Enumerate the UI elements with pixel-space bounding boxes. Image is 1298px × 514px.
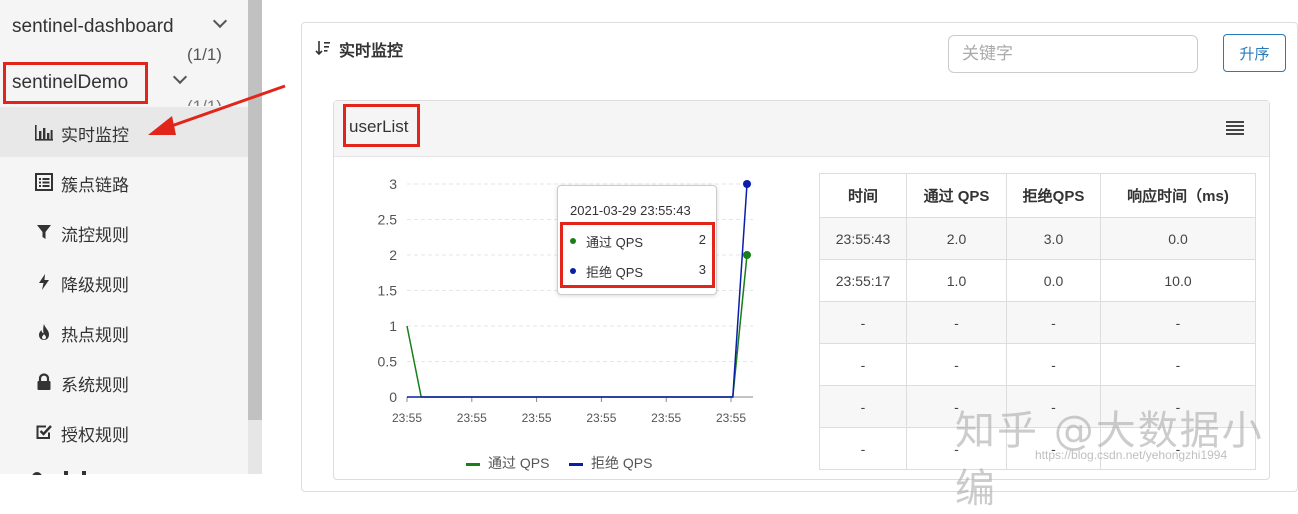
legend-swatch — [466, 462, 480, 466]
sidebar-item-label: 降级规则 — [61, 276, 129, 295]
sidebar-item-label: 授权规则 — [61, 426, 129, 445]
table-cell: 0.0 — [1100, 217, 1256, 260]
column-header: 通过 QPS — [906, 173, 1007, 218]
table-cell: 3.0 — [1006, 217, 1101, 260]
series-point-1 — [743, 180, 751, 188]
column-header: 时间 — [819, 173, 907, 218]
x-tick-label: 23:55 — [716, 411, 746, 425]
x-tick-label: 23:55 — [392, 411, 422, 425]
table-cell: - — [1100, 343, 1256, 386]
y-tick-label: 1 — [389, 318, 397, 334]
sidebar-item-label: 簇点链路 — [61, 176, 129, 195]
list-icon — [35, 173, 53, 191]
annotation-arrow — [148, 84, 286, 135]
x-tick-label: 23:55 — [457, 411, 487, 425]
sidebar-item-system-rules[interactable]: 系统规则 — [0, 357, 248, 407]
table-row: ---- — [819, 301, 1256, 344]
table-cell: 2.0 — [906, 217, 1007, 260]
table-header-row: 时间 通过 QPS 拒绝QPS 响应时间（ms) — [819, 173, 1256, 218]
table-cell: - — [819, 385, 907, 428]
check-square-icon — [36, 425, 52, 439]
sidebar-item-degrade-rules[interactable]: 降级规则 — [0, 257, 248, 307]
column-header: 拒绝QPS — [1006, 173, 1101, 218]
panel-title: 实时监控 — [339, 43, 404, 60]
table-cell: 23:55:43 — [819, 217, 907, 260]
tooltip-time: 2021-03-29 23:55:43 — [570, 203, 691, 218]
y-tick-label: 2.5 — [378, 212, 398, 228]
y-tick-label: 0 — [389, 389, 397, 405]
table-row: 23:55:43 2.0 3.0 0.0 — [819, 217, 1256, 260]
watermark-url: https://blog.csdn.net/yehongzhi1994 — [1035, 448, 1228, 462]
sidebar-scrollbar-thumb[interactable] — [248, 0, 262, 420]
legend-label: 拒绝 QPS — [591, 455, 653, 471]
bolt-icon — [39, 274, 49, 290]
table-cell: - — [819, 343, 907, 386]
y-tick-label: 1.5 — [378, 283, 398, 299]
bar-chart-icon — [35, 125, 53, 141]
sidebar-item-cluster-link[interactable]: 簇点链路 — [0, 157, 248, 207]
filter-icon — [37, 225, 51, 239]
x-tick-label: 23:55 — [586, 411, 616, 425]
y-tick-label: 2 — [389, 247, 397, 263]
resource-card-header — [334, 101, 1269, 157]
table-cell: 23:55:17 — [819, 259, 907, 302]
table-cell: - — [1006, 343, 1101, 386]
x-tick-label: 23:55 — [522, 411, 552, 425]
lock-icon — [37, 373, 51, 390]
annotation-box — [560, 222, 715, 288]
table-cell: 1.0 — [906, 259, 1007, 302]
y-tick-label: 0.5 — [378, 354, 398, 370]
legend-swatch — [569, 462, 583, 466]
sidebar-item-label: 系统规则 — [61, 376, 129, 395]
table-cell: - — [1100, 301, 1256, 344]
sidebar-item-flow-rules[interactable]: 流控规则 — [0, 207, 248, 257]
sort-desc-icon — [315, 41, 330, 56]
annotation-box — [343, 104, 420, 147]
table-cell: 10.0 — [1100, 259, 1256, 302]
series-point-0 — [743, 251, 751, 259]
sidebar-item-label: 热点规则 — [61, 326, 129, 345]
table-row: ---- — [819, 343, 1256, 386]
y-tick-label: 3 — [389, 176, 397, 192]
fire-icon — [39, 324, 49, 340]
table-cell: - — [1006, 301, 1101, 344]
sort-asc-button[interactable]: 升序 — [1223, 34, 1286, 72]
legend-item-block[interactable]: 拒绝 QPS — [569, 453, 652, 473]
annotation-box — [3, 62, 148, 104]
search-input[interactable] — [948, 35, 1198, 73]
table-cell: - — [906, 301, 1007, 344]
sidebar-item-auth-rules[interactable]: 授权规则 — [0, 407, 248, 457]
legend-item-pass[interactable]: 通过 QPS — [466, 453, 549, 473]
table-row: 23:55:17 1.0 0.0 10.0 — [819, 259, 1256, 302]
sidebar-item-label: 流控规则 — [61, 226, 129, 245]
column-header: 响应时间（ms) — [1100, 173, 1256, 218]
menu-icon[interactable] — [1226, 121, 1244, 135]
table-cell: - — [906, 343, 1007, 386]
table-cell: - — [819, 301, 907, 344]
sidebar-item-hotspot-rules[interactable]: 热点规则 — [0, 307, 248, 357]
x-tick-label: 23:55 — [651, 411, 681, 425]
legend-label: 通过 QPS — [488, 455, 550, 471]
table-cell: 0.0 — [1006, 259, 1101, 302]
sidebar-item-label: 实时监控 — [61, 126, 129, 145]
chevron-down-icon[interactable] — [212, 13, 228, 29]
table-cell: - — [819, 427, 907, 470]
app-name: sentinel-dashboard — [12, 16, 174, 37]
